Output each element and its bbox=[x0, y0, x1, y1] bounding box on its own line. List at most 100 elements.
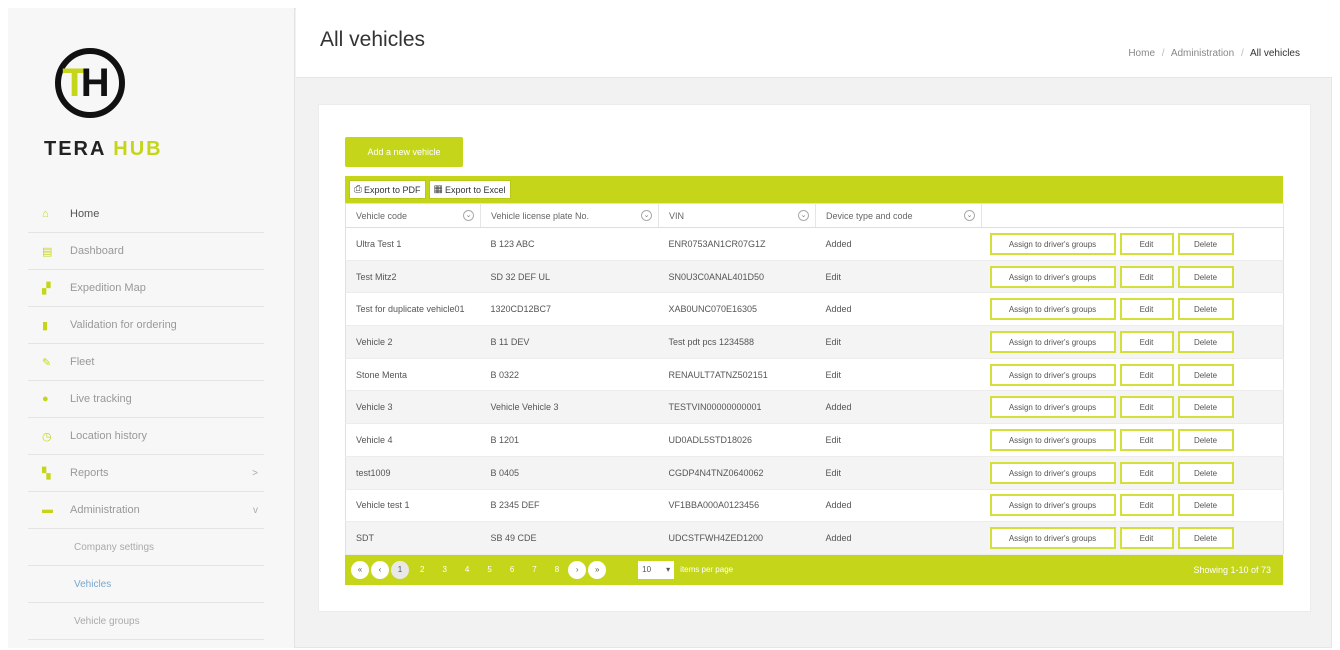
sort-icon[interactable]: ⌄ bbox=[641, 210, 652, 221]
sort-icon[interactable]: ⌄ bbox=[798, 210, 809, 221]
assign-groups-button[interactable]: Assign to driver's groups bbox=[989, 396, 1116, 419]
sidebar-subitem-0[interactable]: Company settings bbox=[28, 529, 264, 566]
assign-groups-button[interactable]: Assign to driver's groups bbox=[989, 265, 1116, 288]
table-cell: RENAULT7ATNZ502151 bbox=[658, 358, 816, 392]
edit-button[interactable]: Edit bbox=[1119, 232, 1174, 255]
table-cell: B 0322 bbox=[480, 358, 659, 392]
next-page-button[interactable]: › bbox=[568, 560, 587, 579]
table-cell: Edit bbox=[815, 423, 982, 457]
delete-button[interactable]: Delete bbox=[1177, 494, 1234, 517]
admin-icon: ▬ bbox=[42, 504, 53, 516]
column-header-device[interactable]: Device type and code ⌄ bbox=[815, 203, 982, 228]
row-actions: Assign to driver's groups Edit Delete bbox=[981, 358, 1284, 392]
edit-button[interactable]: Edit bbox=[1119, 494, 1174, 517]
table-cell: CGDP4N4TNZ0640062 bbox=[658, 456, 816, 490]
dot-icon: ● bbox=[42, 393, 49, 405]
sidebar-subitem-1[interactable]: Vehicles bbox=[28, 566, 264, 603]
sidebar-item-label: Dashboard bbox=[70, 245, 124, 257]
assign-groups-button[interactable]: Assign to driver's groups bbox=[989, 461, 1116, 484]
delete-button[interactable]: Delete bbox=[1177, 428, 1234, 451]
column-header-vehicle-code[interactable]: Vehicle code ⌄ bbox=[345, 203, 481, 228]
table-cell: TESTVIN00000000001 bbox=[658, 390, 816, 425]
sidebar-item-4[interactable]: ✎ Fleet bbox=[28, 344, 264, 381]
table-cell: Added bbox=[815, 390, 982, 425]
column-header-license-plate[interactable]: Vehicle license plate No. ⌄ bbox=[480, 203, 659, 228]
assign-groups-button[interactable]: Assign to driver's groups bbox=[989, 363, 1116, 386]
edit-button[interactable]: Edit bbox=[1119, 330, 1174, 353]
table-cell: Stone Menta bbox=[345, 358, 481, 392]
page-size-select[interactable]: 10 ▾ bbox=[638, 560, 675, 579]
first-page-button[interactable]: « bbox=[351, 560, 369, 579]
table-cell: Added bbox=[815, 521, 982, 555]
delete-button[interactable]: Delete bbox=[1177, 330, 1234, 353]
page-link[interactable]: 4 bbox=[465, 565, 469, 574]
current-page[interactable]: 1 bbox=[391, 560, 409, 579]
sort-icon[interactable]: ⌄ bbox=[964, 210, 975, 221]
delete-button[interactable]: Delete bbox=[1177, 363, 1234, 386]
page-link[interactable]: 3 bbox=[442, 565, 446, 574]
delete-button[interactable]: Delete bbox=[1177, 232, 1234, 255]
export-excel-button[interactable]: ▦ Export to Excel bbox=[428, 180, 511, 199]
export-pdf-button[interactable]: ⎙ Export to PDF bbox=[349, 180, 426, 199]
delete-button[interactable]: Delete bbox=[1177, 298, 1234, 321]
chevron-icon: v bbox=[253, 504, 258, 516]
edit-button[interactable]: Edit bbox=[1119, 428, 1174, 451]
table-row: Vehicle test 1B 2345 DEF VF1BBA000A012345… bbox=[345, 489, 1284, 523]
add-vehicle-button[interactable]: Add a new vehicle bbox=[345, 137, 463, 167]
sidebar-item-8[interactable]: ▬ Administration v bbox=[28, 492, 264, 529]
edit-button[interactable]: Edit bbox=[1119, 265, 1174, 288]
table-cell: Test Mitz2 bbox=[345, 260, 481, 294]
table-cell: UD0ADL5STD18026 bbox=[658, 423, 816, 457]
sort-icon[interactable]: ⌄ bbox=[463, 210, 474, 221]
breadcrumb-administration[interactable]: Administration bbox=[1171, 48, 1234, 59]
edit-button[interactable]: Edit bbox=[1119, 527, 1174, 550]
page-link[interactable]: 5 bbox=[487, 565, 491, 574]
breadcrumb-home[interactable]: Home bbox=[1128, 48, 1155, 59]
page-link[interactable]: 8 bbox=[555, 565, 559, 574]
assign-groups-button[interactable]: Assign to driver's groups bbox=[989, 527, 1116, 550]
row-actions: Assign to driver's groups Edit Delete bbox=[981, 489, 1284, 523]
table-header-row: Vehicle code ⌄ Vehicle license plate No. ⌄… bbox=[345, 203, 1284, 228]
sidebar-item-6[interactable]: ◷ Location history bbox=[28, 418, 264, 455]
page-title: All vehicles bbox=[320, 28, 426, 51]
delete-button[interactable]: Delete bbox=[1177, 396, 1234, 419]
edit-button[interactable]: Edit bbox=[1119, 363, 1174, 386]
assign-groups-button[interactable]: Assign to driver's groups bbox=[989, 232, 1116, 255]
table-cell: Vehicle Vehicle 3 bbox=[480, 390, 659, 425]
page-link[interactable]: 6 bbox=[510, 565, 514, 574]
table-cell: Test pdt pcs 1234588 bbox=[658, 325, 816, 359]
edit-button[interactable]: Edit bbox=[1119, 298, 1174, 321]
assign-groups-button[interactable]: Assign to driver's groups bbox=[989, 494, 1116, 517]
table-cell: UDCSTFWH4ZED1200 bbox=[658, 521, 816, 555]
vehicles-table-wrapper: ⎙ Export to PDF ▦ Export to Excel Vehicl… bbox=[345, 176, 1284, 585]
page-size-value: 10 bbox=[642, 565, 652, 575]
assign-groups-button[interactable]: Assign to driver's groups bbox=[989, 428, 1116, 451]
assign-groups-button[interactable]: Assign to driver's groups bbox=[989, 298, 1116, 321]
row-actions: Assign to driver's groups Edit Delete bbox=[981, 292, 1284, 327]
edit-button[interactable]: Edit bbox=[1119, 396, 1174, 419]
table-cell: Added bbox=[815, 227, 982, 261]
table-cell: ENR0753AN1CR07G1Z bbox=[658, 227, 816, 261]
assign-groups-button[interactable]: Assign to driver's groups bbox=[989, 330, 1116, 353]
delete-button[interactable]: Delete bbox=[1177, 265, 1234, 288]
sidebar-item-2[interactable]: ▞ Expedition Map bbox=[28, 270, 264, 307]
table-row: Ultra Test 1B 123 ABC ENR0753AN1CR07G1Z Ad… bbox=[345, 227, 1284, 261]
table-cell: Vehicle test 1 bbox=[345, 489, 481, 523]
column-header-vin[interactable]: VIN ⌄ bbox=[658, 203, 816, 228]
edit-button[interactable]: Edit bbox=[1119, 461, 1174, 484]
sidebar-item-3[interactable]: ▮ Validation for ordering bbox=[28, 307, 264, 344]
page-link[interactable]: 7 bbox=[532, 565, 536, 574]
sidebar-subitem-2[interactable]: Vehicle groups bbox=[28, 603, 264, 640]
page-link[interactable]: 2 bbox=[420, 565, 424, 574]
last-page-button[interactable]: » bbox=[588, 560, 607, 579]
sidebar-item-5[interactable]: ● Live tracking bbox=[28, 381, 264, 418]
sidebar-item-7[interactable]: ▚ Reports > bbox=[28, 455, 264, 492]
sidebar-item-1[interactable]: ▤ Dashboard bbox=[28, 233, 264, 270]
prev-page-button[interactable]: ‹ bbox=[371, 560, 389, 579]
delete-button[interactable]: Delete bbox=[1177, 461, 1234, 484]
delete-button[interactable]: Delete bbox=[1177, 527, 1234, 550]
column-header-label: VIN bbox=[669, 210, 685, 221]
brand-logo[interactable]: T H bbox=[55, 48, 125, 118]
row-actions: Assign to driver's groups Edit Delete bbox=[981, 260, 1284, 294]
sidebar-item-0[interactable]: ⌂ Home bbox=[28, 196, 264, 233]
